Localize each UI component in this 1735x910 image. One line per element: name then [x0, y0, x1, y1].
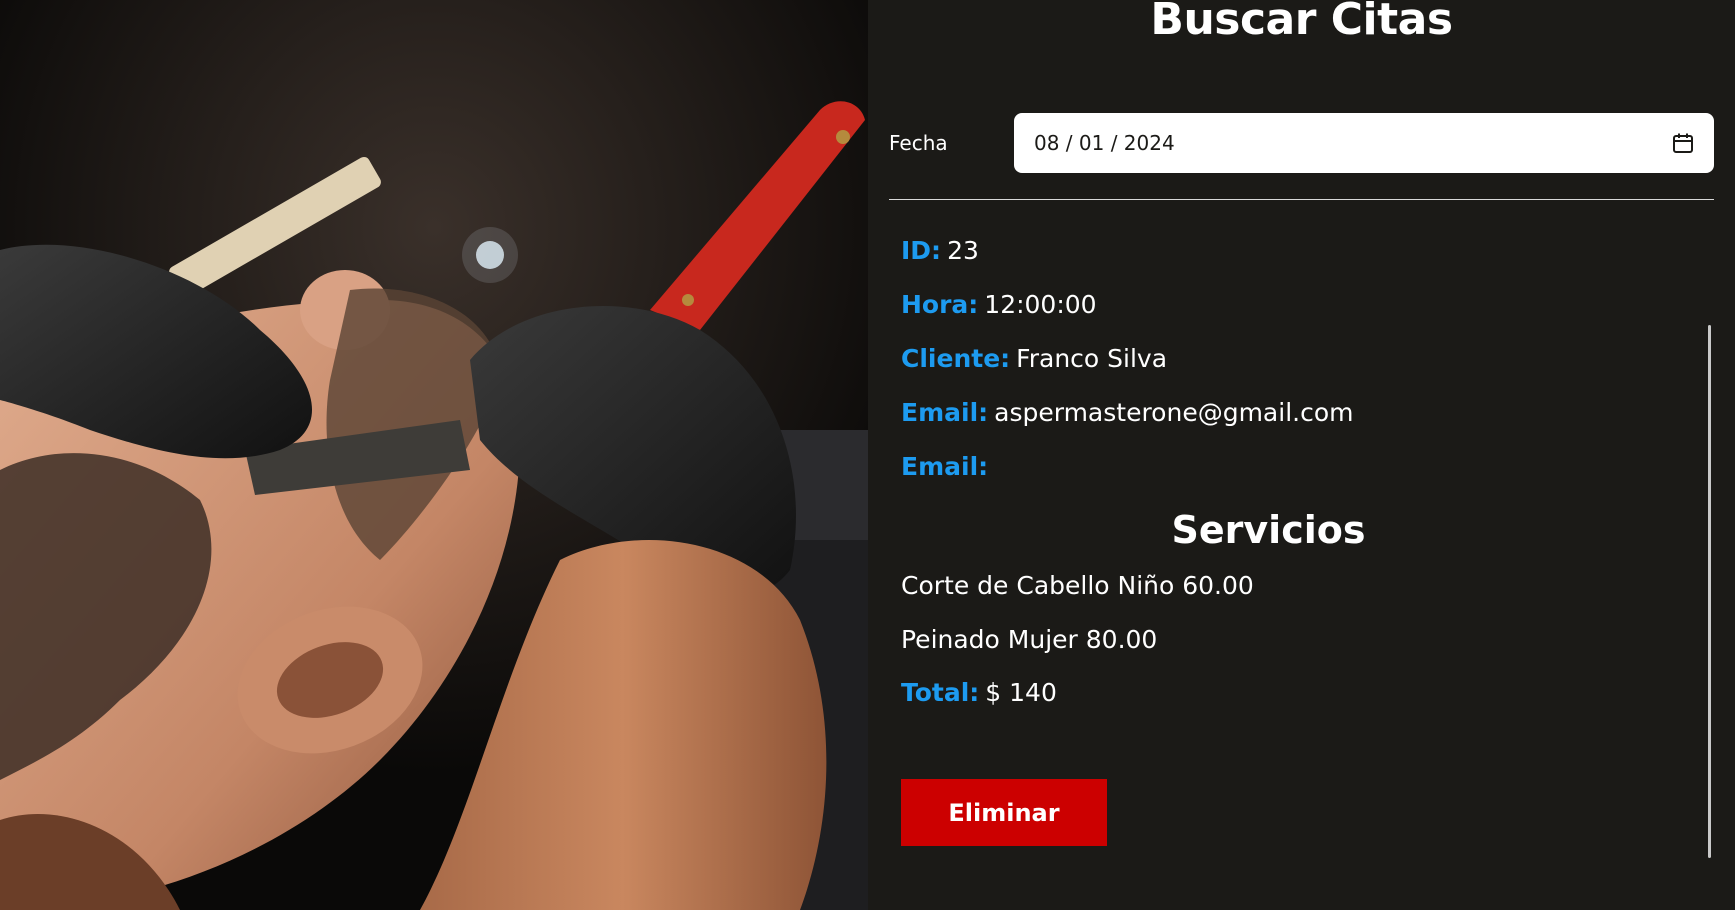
id-value: 23 [947, 236, 979, 265]
email-value: aspermasterone@gmail.com [994, 398, 1354, 427]
date-label: Fecha [889, 131, 948, 155]
email-label: Email: [901, 398, 989, 427]
time-label: Hora: [901, 290, 979, 319]
time-value: 12:00:00 [984, 290, 1097, 319]
appointment-id: ID: 23 [901, 228, 1681, 282]
appointment-details: ID: 23 Hora: 12:00:00 Cliente: Franco Silva… [901, 228, 1681, 724]
page-title: Buscar Citas [1150, 0, 1453, 45]
email2-label: Email: [901, 452, 989, 481]
client-label: Cliente: [901, 344, 1011, 373]
services-title: Servicios [1171, 508, 1366, 552]
service-item: Corte de Cabello Niño 60.00 [901, 571, 1254, 600]
date-input[interactable]: 08 / 01 / 2024 [1014, 113, 1714, 173]
id-label: ID: [901, 236, 942, 265]
client-value: Franco Silva [1016, 344, 1168, 373]
delete-button[interactable]: Eliminar [901, 779, 1107, 846]
appointment-client: Cliente: Franco Silva [901, 336, 1681, 390]
calendar-icon[interactable] [1672, 132, 1694, 154]
date-input-value: 08 / 01 / 2024 [1034, 131, 1175, 155]
appointment-email-secondary: Email: [901, 444, 1681, 498]
total-label: Total: [901, 678, 980, 707]
app-layout: Buscar Citas Fecha 08 / 01 / 2024 ID:23 [0, 0, 1735, 910]
appointment-time: Hora: 12:00:00 [901, 282, 1681, 336]
barber-shave-photo [0, 0, 868, 910]
appointment-total: Total: $ 140 [901, 670, 1681, 724]
appointments-panel: Buscar Citas Fecha 08 / 01 / 2024 ID:23 [868, 0, 1735, 910]
date-filter-row: Fecha 08 / 01 / 2024 [889, 113, 1714, 173]
divider [889, 199, 1714, 200]
total-value: $ 140 [985, 678, 1057, 707]
scrollbar[interactable] [1708, 325, 1711, 858]
appointment-email: Email: aspermasterone@gmail.com [901, 390, 1681, 444]
service-item: Peinado Mujer 80.00 [901, 625, 1158, 654]
